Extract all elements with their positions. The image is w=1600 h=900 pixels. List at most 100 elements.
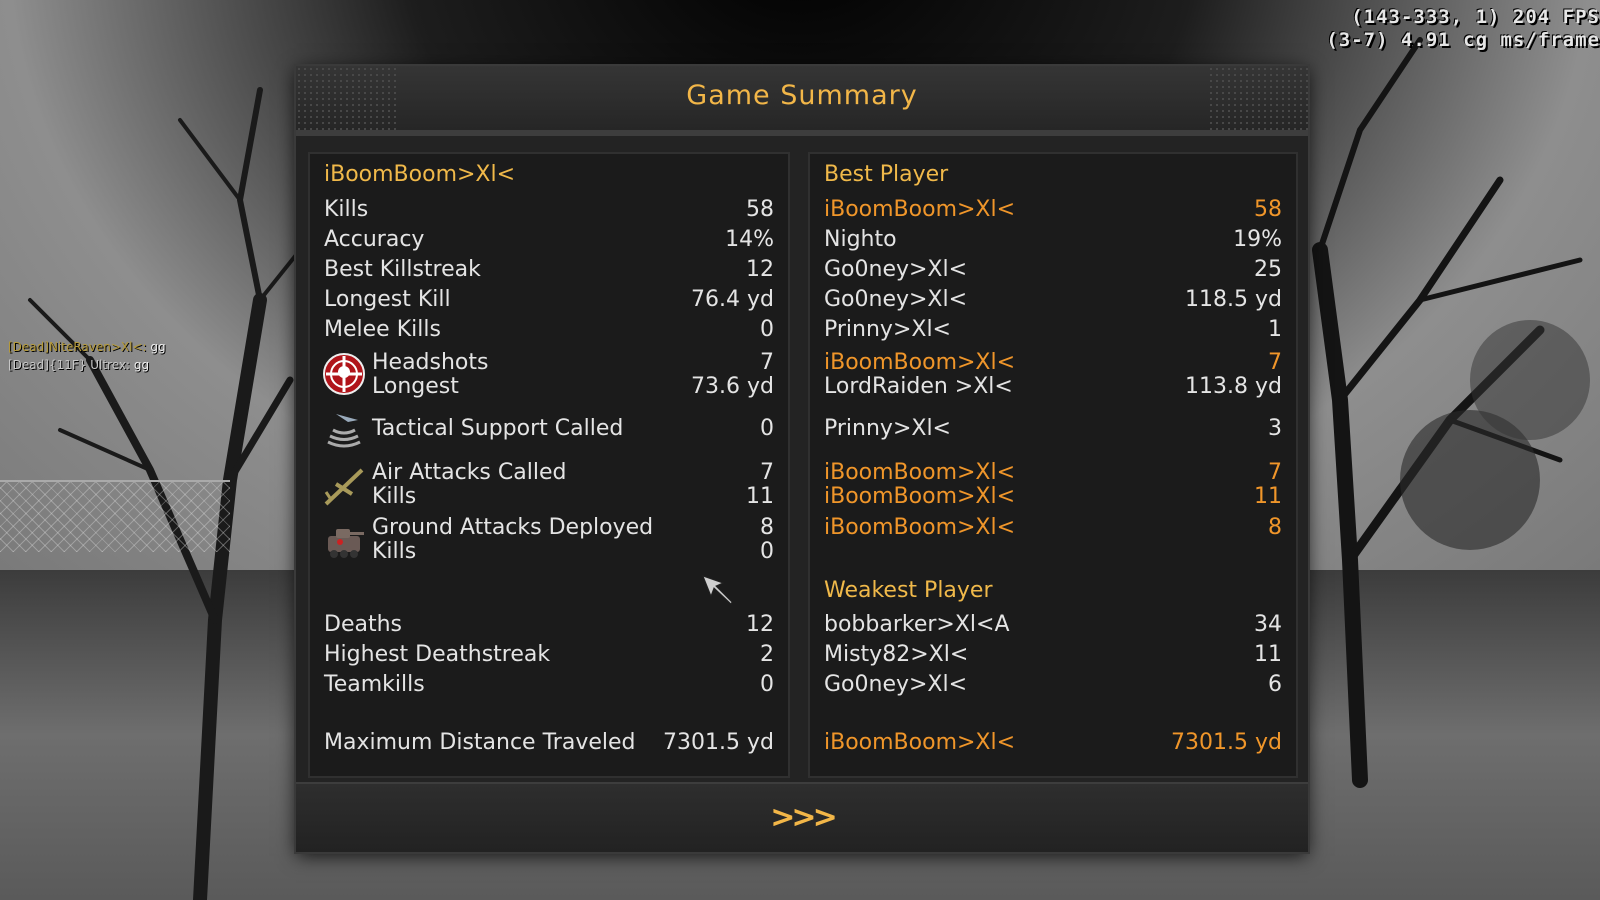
best-row-ground-attacks: iBoomBoom>Xl< 8 — [810, 515, 1296, 545]
player-stats-column: iBoomBoom>Xl< Kills 58 Accuracy 14% Best… — [308, 152, 790, 778]
stat-value: 0 — [760, 416, 774, 441]
stat-row-teamkills: Teamkills 0 — [310, 672, 788, 702]
player-name: iBoomBoom>Xl< — [324, 162, 516, 187]
best-row-headshot-longest: LordRaiden >Xl< 113.8 yd — [810, 374, 1296, 404]
best-player-value: 3 — [1268, 416, 1282, 441]
panel-footer: >>> — [296, 782, 1308, 852]
stat-value: 2 — [760, 642, 774, 667]
stat-label: Best Killstreak — [324, 257, 481, 282]
weakest-player-heading: Weakest Player — [824, 578, 993, 603]
weakest-player-value: 34 — [1254, 612, 1282, 637]
stat-label: Deaths — [324, 612, 402, 637]
best-player-value: 7301.5 yd — [1171, 730, 1282, 755]
best-row-air-kills: iBoomBoom>Xl< 11 — [810, 484, 1296, 514]
best-player-name: Prinny>Xl< — [824, 416, 951, 441]
stat-label: Kills — [372, 539, 417, 564]
best-player-name: LordRaiden >Xl< — [824, 374, 1013, 399]
best-player-name: Go0ney>Xl< — [824, 257, 968, 282]
chat-message: [Dead]{11F} Ultrex: gg — [8, 358, 150, 372]
best-player-name: Nighto — [824, 227, 897, 252]
best-player-name: iBoomBoom>Xl< — [824, 484, 1016, 509]
stat-row-highest-deathstreak: Highest Deathstreak 2 — [310, 642, 788, 672]
stat-value: 58 — [746, 197, 774, 222]
best-player-value: 19% — [1233, 227, 1282, 252]
stat-label: Air Attacks Called — [372, 460, 567, 485]
stat-value: 14% — [725, 227, 774, 252]
stat-label: Ground Attacks Deployed — [372, 515, 654, 540]
best-player-column: Best Player iBoomBoom>Xl< 58 Nighto 19% … — [808, 152, 1298, 778]
stat-value: 76.4 yd — [691, 287, 774, 312]
best-player-heading-row: Best Player — [810, 162, 1296, 192]
stat-row-best-killstreak: Best Killstreak 12 — [310, 257, 788, 287]
best-player-value: 8 — [1268, 515, 1282, 540]
panel-title: Game Summary — [686, 80, 918, 111]
best-player-name: iBoomBoom>Xl< — [824, 460, 1016, 485]
stat-row-headshot-longest: Longest 73.6 yd — [310, 374, 788, 404]
stat-value: 0 — [760, 317, 774, 342]
weakest-row-teamkills: Go0ney>Xl< 6 — [810, 672, 1296, 702]
stat-label: Longest — [372, 374, 459, 399]
best-player-name: iBoomBoom>Xl< — [824, 350, 1016, 375]
weakest-player-value: 11 — [1254, 642, 1282, 667]
stat-row-longest-kill: Longest Kill 76.4 yd — [310, 287, 788, 317]
stat-value: 0 — [760, 672, 774, 697]
weakest-row-deathstreak: Misty82>Xl< 11 — [810, 642, 1296, 672]
best-player-value: 7 — [1268, 460, 1282, 485]
stat-value: 7 — [760, 350, 774, 375]
stat-label: Longest Kill — [324, 287, 451, 312]
best-player-value: 7 — [1268, 350, 1282, 375]
stat-label: Tactical Support Called — [372, 416, 624, 441]
continue-button[interactable]: >>> — [770, 800, 837, 835]
stat-label: Kills — [372, 484, 417, 509]
stat-row-kills: Kills 58 — [310, 197, 788, 227]
stat-label: Melee Kills — [324, 317, 441, 342]
stat-row-ground-kills: Kills 0 — [310, 539, 788, 569]
best-row-kills: iBoomBoom>Xl< 58 — [810, 197, 1296, 227]
best-row-accuracy: Nighto 19% — [810, 227, 1296, 257]
weakest-player-name: Misty82>Xl< — [824, 642, 969, 667]
best-player-name: Prinny>Xl< — [824, 317, 951, 342]
weakest-player-value: 6 — [1268, 672, 1282, 697]
best-row-max-distance: iBoomBoom>Xl< 7301.5 yd — [810, 730, 1296, 760]
stat-value: 12 — [746, 612, 774, 637]
stat-row-melee-kills: Melee Kills 0 — [310, 317, 788, 347]
stat-row-deaths: Deaths 12 — [310, 612, 788, 642]
stat-label: Accuracy — [324, 227, 425, 252]
stat-value: 0 — [760, 539, 774, 564]
panel-header: Game Summary — [296, 66, 1308, 136]
frame-time-readout: (3-7) 4.91 cg ms/frame — [1326, 29, 1600, 51]
stat-label: Headshots — [372, 350, 489, 375]
stat-label: Maximum Distance Traveled — [324, 730, 636, 755]
best-player-value: 113.8 yd — [1185, 374, 1282, 399]
stat-label: Kills — [324, 197, 369, 222]
stat-row-tactical-support: Tactical Support Called 0 — [310, 416, 788, 446]
best-row-killstreak: Go0ney>Xl< 25 — [810, 257, 1296, 287]
best-player-value: 118.5 yd — [1185, 287, 1282, 312]
weakest-player-name: bobbarker>Xl<A — [824, 612, 1010, 637]
best-player-name: iBoomBoom>Xl< — [824, 730, 1016, 755]
best-player-value: 11 — [1254, 484, 1282, 509]
best-player-value: 25 — [1254, 257, 1282, 282]
game-summary-panel: Game Summary iBoomBoom>Xl< Kills 58 Accu… — [296, 66, 1308, 852]
stat-value: 12 — [746, 257, 774, 282]
left-tree — [28, 87, 300, 900]
best-row-tactical: Prinny>Xl< 3 — [810, 416, 1296, 446]
mouse-cursor-icon — [702, 575, 733, 605]
best-row-melee-kills: Prinny>Xl< 1 — [810, 317, 1296, 347]
stat-value: 11 — [746, 484, 774, 509]
weakest-player-name: Go0ney>Xl< — [824, 672, 968, 697]
stat-row-max-distance: Maximum Distance Traveled 7301.5 yd — [310, 730, 788, 760]
stat-row-accuracy: Accuracy 14% — [310, 227, 788, 257]
stat-value: 7 — [760, 460, 774, 485]
weakest-player-heading-row: Weakest Player — [810, 578, 1296, 608]
chat-message: [Dead]NiteRaven>Xl<: gg — [8, 340, 166, 354]
player-name-row: iBoomBoom>Xl< — [310, 162, 788, 192]
best-player-name: iBoomBoom>Xl< — [824, 197, 1016, 222]
best-player-value: 58 — [1254, 197, 1282, 222]
best-player-name: Go0ney>Xl< — [824, 287, 968, 312]
chat-log: [Dead]NiteRaven>Xl<: gg [Dead]{11F} Ultr… — [8, 338, 166, 374]
weakest-row-deaths: bobbarker>Xl<A 34 — [810, 612, 1296, 642]
fps-readout: (143-333, 1) 204 FPS — [1351, 6, 1600, 28]
stat-row-air-kills: Kills 11 — [310, 484, 788, 514]
best-player-heading: Best Player — [824, 162, 949, 187]
